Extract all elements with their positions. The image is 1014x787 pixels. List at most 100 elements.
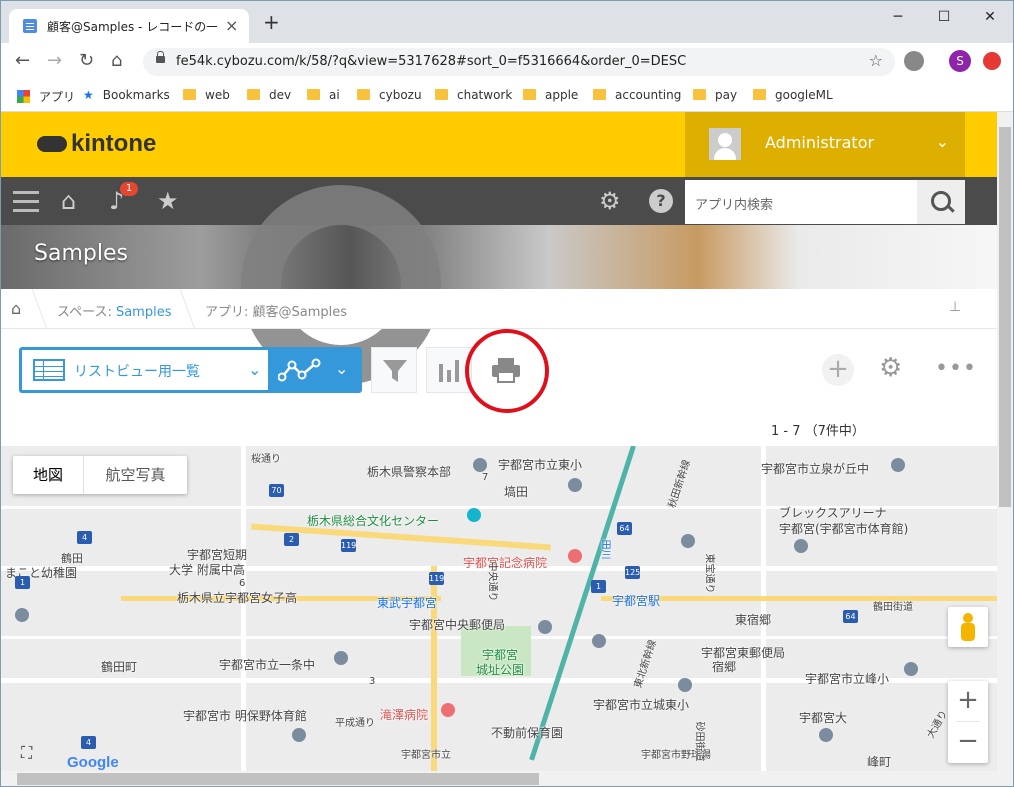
highlight-circle [465,329,549,413]
map-type-map-button[interactable]: 地図 [13,456,83,494]
bookmark-label: ai [329,88,340,102]
kintone-logo[interactable]: kintone [71,130,156,158]
browser-tab[interactable]: 顧客@Samples - レコードの一覧 × [9,9,249,43]
vertical-scroll-thumb[interactable] [999,127,1011,507]
settings-gear-icon[interactable]: ⚙ [599,187,621,215]
portal-home-icon[interactable]: ⌂ [61,187,76,215]
horizontal-scroll-thumb[interactable] [17,773,539,785]
map-type-satellite-button[interactable]: 航空写真 [83,456,187,494]
tab-close-icon[interactable]: × [225,16,238,35]
street-view-pegman-icon[interactable] [948,607,988,647]
map-label: 宇都宮市立泉が丘中 [761,462,870,476]
bookmark-apps[interactable]: アプリ [17,88,75,105]
map-view[interactable]: 宇都宮市立東小 栃木県警察本部 塙田 宇都宮市立泉が丘中 栃木県総合文化センター… [1,446,997,771]
map-poi-icon[interactable] [292,728,306,742]
bookmark-dev[interactable]: dev [247,88,291,102]
route-shield: 70 [269,484,284,497]
horizontal-scrollbar[interactable] [1,771,997,786]
extension-gear-icon[interactable] [904,51,924,71]
bookmark-googleml[interactable]: googleML [753,88,833,102]
address-bar[interactable]: fe54k.cybozu.com/k/58/?q&view=5317628#so… [143,48,895,76]
bookmark-cybozu[interactable]: cybozu [357,88,422,102]
reload-icon[interactable]: ↻ [79,52,94,70]
back-arrow-icon[interactable]: ← [15,52,30,70]
map-label: 滝澤病院 [380,708,429,722]
search-icon[interactable] [917,180,965,224]
map-label: 秋田新幹線 [666,458,693,510]
view-selector[interactable]: リストビュー用一覧 ⌄ ⌄ [19,347,362,393]
chevron-down-icon[interactable]: ⌄ [335,359,348,378]
pin-icon[interactable]: ⊥ [949,299,961,315]
app-search-input[interactable]: アプリ内検索 [685,180,917,224]
user-menu[interactable]: Administrator ⌄ [685,112,965,177]
map-poi-icon[interactable] [592,634,606,648]
map-label: 宇都宮大 [799,711,848,725]
route-shield: 4 [77,531,92,544]
help-icon[interactable]: ? [649,189,673,213]
bookmark-chatwork[interactable]: chatwork [435,88,512,102]
home-icon[interactable]: ⌂ [111,52,122,70]
map-label: 宇都宮市立一条中 [219,658,316,672]
breadcrumb-home-icon[interactable]: ⌂ [11,299,21,318]
bookmark-accounting[interactable]: accounting [593,88,681,102]
add-record-icon[interactable]: + [822,354,854,386]
map-poi-icon[interactable] [904,662,918,676]
map-poi-icon[interactable] [334,651,348,665]
profile-avatar[interactable]: S [949,50,971,72]
app-settings-gear-icon[interactable]: ⚙ [879,353,902,383]
map-poi-icon[interactable] [794,539,808,553]
route-shield: 64 [617,522,632,535]
bookmark-pay[interactable]: pay [693,88,737,102]
folder-icon [593,89,606,100]
bookmark-apple[interactable]: apple [523,88,578,102]
map-block-number: 3 [369,676,376,687]
map-poi-icon[interactable] [15,608,29,622]
map-label: 峰町 [867,755,892,769]
fullscreen-icon[interactable]: ⛶ [21,743,32,763]
graph-view-icon[interactable] [278,357,322,383]
map-label: 宇都宮中央郵便局 [409,618,506,632]
maximize-icon[interactable]: ☐ [921,5,967,33]
breadcrumb-space-name[interactable]: Samples [116,305,172,320]
map-block-number: 7 [482,472,489,483]
vertical-scrollbar[interactable] [997,112,1013,786]
map-poi-icon[interactable] [568,478,582,492]
bookmark-web[interactable]: web [183,88,230,102]
bookmark-label: apple [545,88,579,102]
map-poi-icon[interactable] [678,678,692,692]
map-poi-icon[interactable] [891,458,905,472]
bookmark-star-icon[interactable]: ☆ [869,51,883,70]
minimize-icon[interactable]: ─ [875,5,921,33]
bookmark-bookmarks[interactable]: ★ Bookmarks [83,88,170,102]
breadcrumb-space[interactable]: スペース: Samples [57,301,171,320]
map-poi-icon[interactable] [568,549,582,563]
user-name: Administrator [765,133,875,152]
more-options-icon[interactable]: ••• [935,356,977,381]
map-poi-icon[interactable] [538,620,552,634]
map-poi-icon[interactable] [467,508,481,522]
map-poi-icon[interactable] [819,728,833,742]
route-shield: 119 [341,539,357,552]
map-poi-icon[interactable] [681,534,695,548]
record-count: 1 - 7 （7件中） [771,424,865,439]
bookmark-ai[interactable]: ai [307,88,340,102]
map-poi-icon[interactable] [473,458,487,472]
map-poi-icon[interactable] [441,703,455,717]
folder-icon [693,89,706,100]
favorites-star-icon[interactable]: ★ [157,187,179,215]
close-window-icon[interactable]: ✕ [967,5,1013,33]
menu-icon[interactable] [13,191,39,194]
breadcrumb-divider [31,289,48,329]
zoom-out-icon[interactable]: − [948,722,988,762]
bookmark-label: pay [715,88,738,102]
view-dropdown[interactable]: リストビュー用一覧 ⌄ [22,350,268,390]
extension-icon[interactable] [983,52,1001,70]
forward-arrow-icon[interactable]: → [47,52,62,70]
map-label: 城址公園 [476,663,525,677]
bookmark-label: chatwork [457,88,513,102]
tab-title: 顧客@Samples - レコードの一覧 [47,20,217,34]
zoom-in-icon[interactable]: + [948,681,988,721]
new-tab-icon[interactable]: + [263,12,280,32]
filter-button[interactable] [371,347,417,393]
browser-title-bar: 顧客@Samples - レコードの一覧 × + ─ ☐ ✕ [1,1,1013,43]
